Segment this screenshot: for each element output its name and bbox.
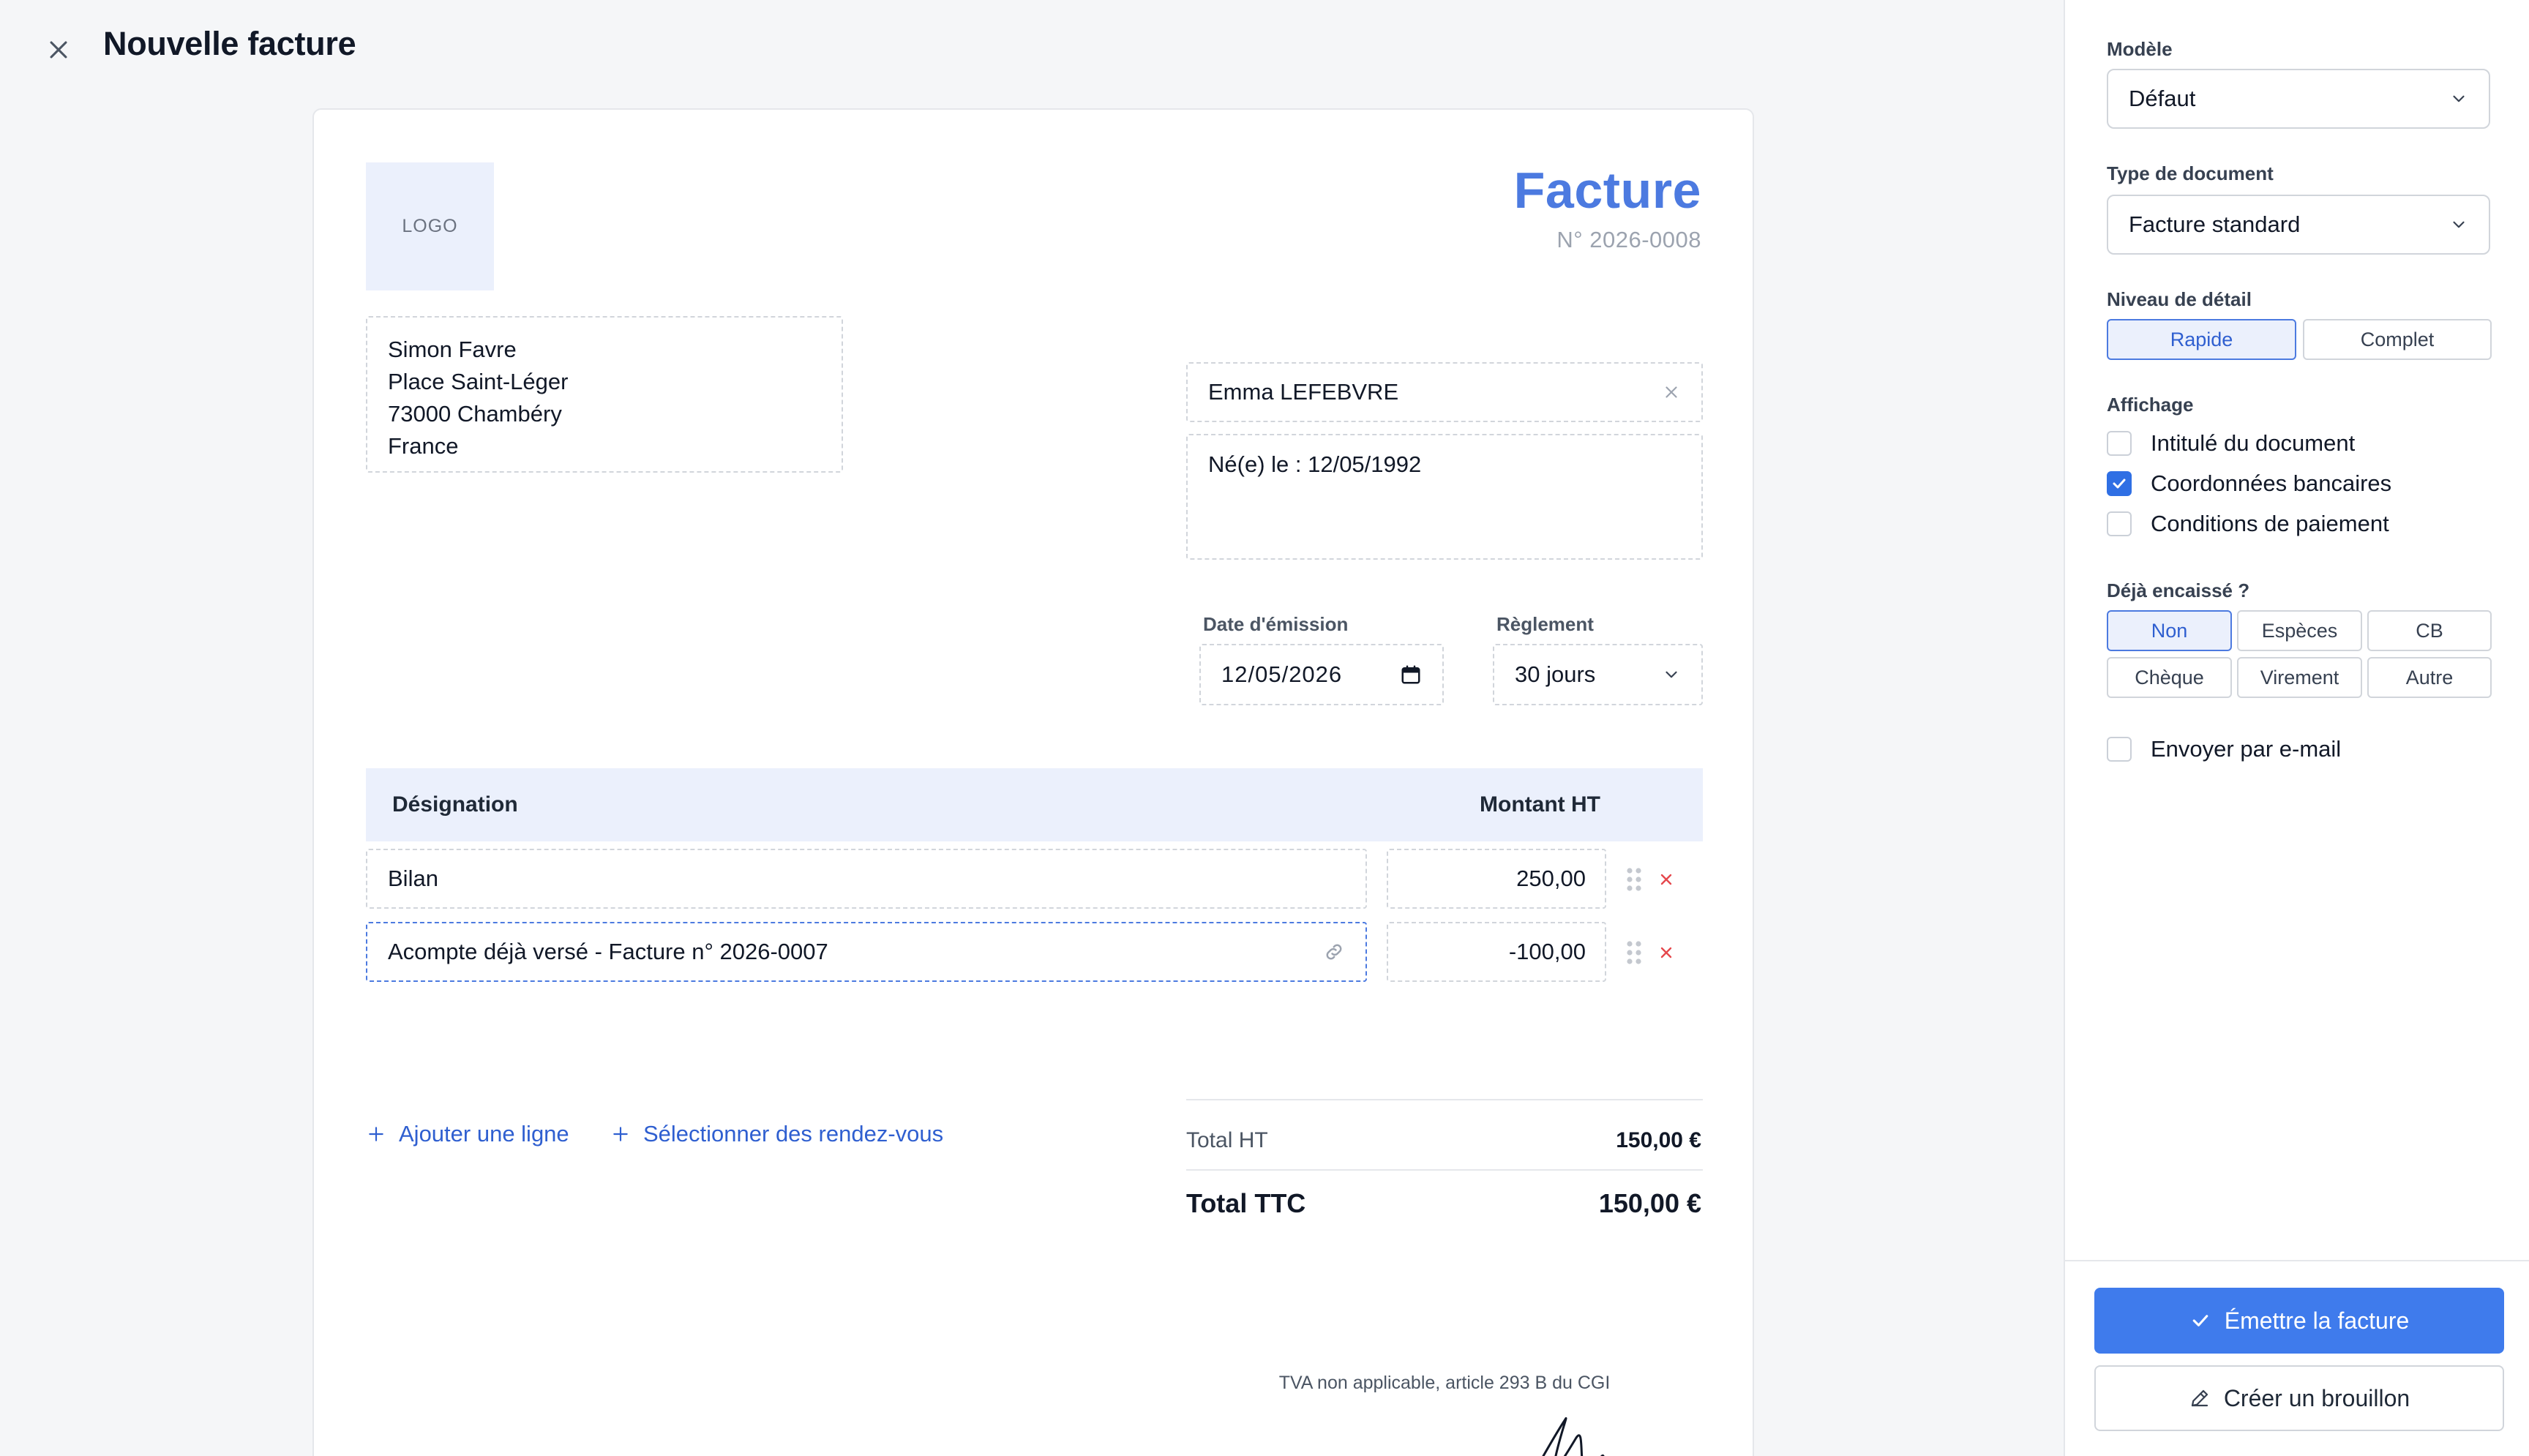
cashed-option-virement[interactable]: Virement [2237,657,2362,698]
sender-line: Place Saint-Léger [388,369,569,394]
model-value: Défaut [2129,86,2196,111]
line-amount-input[interactable]: -100,00 [1387,922,1606,982]
total-ttc-label: Total TTC [1186,1188,1306,1218]
chevron-down-icon [1666,671,1677,678]
checkbox[interactable] [2107,737,2132,762]
document-heading: Facture N° 2026-0008 [1514,161,1701,253]
plus-icon [613,1127,628,1141]
detail-option-rapide[interactable]: Rapide [2107,319,2296,360]
drag-handle-icon[interactable] [1624,865,1644,894]
close-icon [50,41,67,59]
checkbox-label: Envoyer par e-mail [2151,736,2342,762]
column-designation: Désignation [392,792,518,817]
client-name-field[interactable]: Emma LEFEBVRE [1186,362,1703,422]
lines-table-header: Désignation Montant HT [366,768,1703,841]
settings-panel: Modèle Défaut Type de document Facture s… [2064,0,2529,1456]
checkbox-label: Intitulé du document [2151,430,2356,456]
sender-address[interactable]: Simon Favre Place Saint-Léger 73000 Cham… [366,316,843,473]
add-line-button[interactable]: Ajouter une ligne [367,1121,569,1147]
total-ttc-value: 150,00 € [1598,1188,1701,1218]
checkbox-bank-details[interactable]: Coordonnées bancaires [2107,470,2391,497]
divider [1186,1099,1703,1100]
checkbox[interactable] [2107,431,2132,456]
client-name: Emma LEFEBVRE [1208,379,1399,405]
issue-date-value: 12/05/2026 [1221,661,1343,687]
divider [1186,1169,1703,1171]
pencil-icon [2191,1389,2208,1407]
select-appointments-label: Sélectionner des rendez-vous [643,1121,944,1147]
issue-invoice-label: Émettre la facture [2224,1307,2410,1334]
chevron-down-icon [2453,95,2465,102]
close-button[interactable] [41,32,76,67]
line-designation-input[interactable]: Bilan [366,849,1367,909]
line-designation: Bilan [388,866,438,891]
add-line-label: Ajouter une ligne [399,1121,569,1147]
create-draft-label: Créer un brouillon [2223,1384,2410,1411]
divider [2065,1260,2529,1261]
tva-note: TVA non applicable, article 293 B du CGI [1278,1373,1611,1393]
page-title: Nouvelle facture [103,25,356,62]
issue-invoice-button[interactable]: Émettre la facture [2094,1288,2504,1354]
total-ht-value: 150,00 € [1616,1128,1701,1152]
cashed-option-especes[interactable]: Espèces [2237,610,2362,651]
line-amount: 250,00 [1516,866,1586,891]
signature-image [1542,1416,1605,1456]
payment-label: Règlement [1496,613,1594,635]
date-label: Date d'émission [1203,613,1349,635]
line-amount-input[interactable]: 250,00 [1387,849,1606,909]
line-amount: -100,00 [1508,939,1586,964]
display-label: Affichage [2107,394,2194,416]
cashed-label: Déjà encaissé ? [2107,579,2250,601]
detail-option-complet[interactable]: Complet [2303,319,2492,360]
delete-icon [1660,874,1672,885]
check-icon [2192,1315,2208,1326]
issue-date-input[interactable]: 12/05/2026 [1199,644,1444,705]
checkbox[interactable] [2107,471,2132,496]
cashed-option-cheque[interactable]: Chèque [2107,657,2232,698]
delete-line-button[interactable] [1652,865,1681,894]
checkbox-send-email[interactable]: Envoyer par e-mail [2107,736,2341,762]
delete-line-button[interactable] [1652,938,1681,967]
cashed-option-cb[interactable]: CB [2367,610,2492,651]
clear-icon[interactable] [1662,383,1681,402]
sender-line: 73000 Chambéry [388,401,562,427]
create-draft-button[interactable]: Créer un brouillon [2094,1365,2504,1431]
doc-type-label: Type de document [2107,162,2274,184]
logo-placeholder[interactable]: LOGO [366,162,494,290]
model-select[interactable]: Défaut [2107,69,2490,129]
column-amount: Montant HT [1480,792,1600,817]
total-ht-label: Total HT [1186,1128,1268,1152]
drag-handle-icon[interactable] [1624,938,1644,967]
sender-line: Simon Favre [388,337,517,362]
calendar-icon[interactable] [1400,664,1422,686]
checkbox-document-title[interactable]: Intitulé du document [2107,430,2355,457]
cashed-option-non[interactable]: Non [2107,610,2232,651]
invoice-document: LOGO Facture N° 2026-0008 Simon Favre Pl… [312,108,1754,1456]
checkbox-label: Conditions de paiement [2151,511,2389,536]
document-title: Facture [1513,162,1701,219]
client-details-field[interactable]: Né(e) le : 12/05/1992 [1186,434,1703,560]
doc-type-select[interactable]: Facture standard [2107,195,2490,255]
checkbox-payment-terms[interactable]: Conditions de paiement [2107,511,2389,537]
delete-icon [1660,947,1672,958]
check-icon [2113,479,2126,489]
payment-terms-value: 30 jours [1515,661,1596,687]
cashed-option-autre[interactable]: Autre [2367,657,2492,698]
sender-line: France [388,433,459,459]
doc-type-value: Facture standard [2129,211,2301,237]
detail-level-label: Niveau de détail [2107,288,2252,310]
line-designation: Acompte déjà versé - Facture n° 2026-000… [388,939,828,964]
invoice-number: N° 2026-0008 [1556,227,1701,252]
link-icon[interactable] [1323,941,1345,963]
checkbox-label: Coordonnées bancaires [2151,470,2392,496]
model-label: Modèle [2107,38,2173,60]
checkbox[interactable] [2107,511,2132,536]
logo-label: LOGO [402,216,458,236]
chevron-down-icon [2453,221,2465,228]
plus-icon [369,1127,383,1141]
client-birthdate: Né(e) le : 12/05/1992 [1208,451,1422,477]
payment-terms-select[interactable]: 30 jours [1493,644,1703,705]
select-appointments-button[interactable]: Sélectionner des rendez-vous [611,1121,943,1147]
line-designation-input[interactable]: Acompte déjà versé - Facture n° 2026-000… [366,922,1367,982]
